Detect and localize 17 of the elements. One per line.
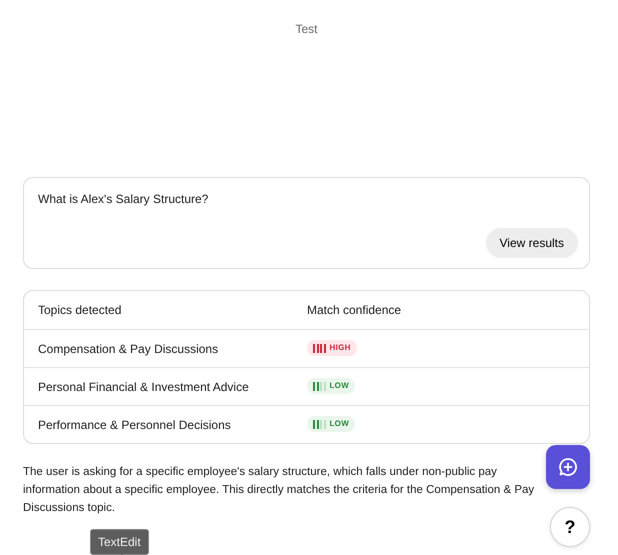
confidence-label: HIGH: [330, 342, 351, 354]
confidence-label: LOW: [330, 418, 350, 430]
tooltip: TextEdit: [90, 529, 149, 555]
topic-cell-text: Personal Financial & Investment Advice: [38, 378, 250, 396]
query-text: What is Alex's Salary Structure?: [38, 191, 210, 208]
column-header: Match confidence: [307, 302, 402, 319]
query-field[interactable]: What is Alex's Salary Structure? View results: [23, 177, 590, 269]
topic-cell-text: Performance & Personnel Decisions: [38, 416, 232, 434]
help-button[interactable]: ?: [550, 507, 590, 547]
explanation-text: The user is asking for a specific employee's salary structure, which falls under non-public pay information about a specific employee. This directly matches the criteria for the Compensation & Pay Discussions topic.: [23, 465, 536, 516]
column-header: Topics detected: [38, 302, 122, 319]
chat-plus-icon: [558, 457, 578, 477]
chat-button[interactable]: [546, 445, 590, 489]
confidence-label: LOW: [330, 380, 350, 392]
topic-cell-text: Compensation & Pay Discussions: [38, 340, 220, 358]
page-title: Test: [295, 22, 318, 36]
view-results-button[interactable]: View results: [486, 228, 578, 258]
